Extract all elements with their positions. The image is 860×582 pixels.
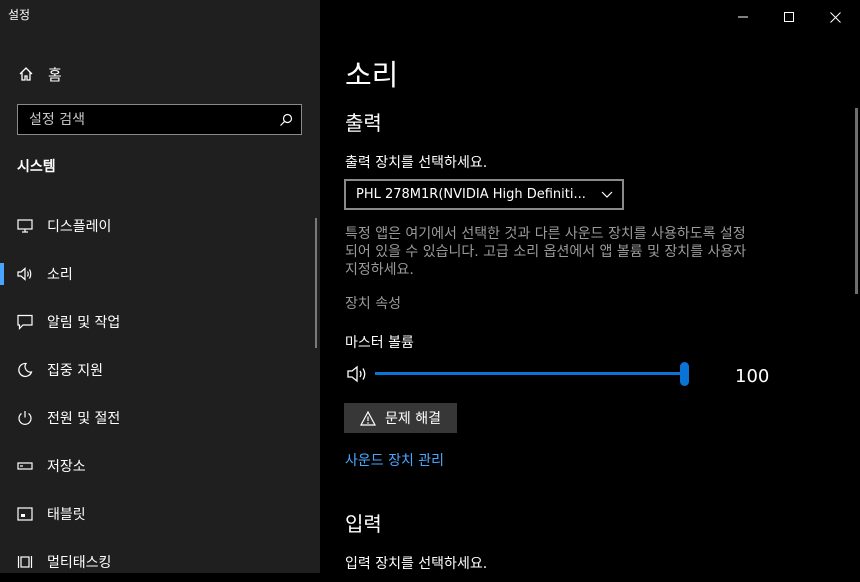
sidebar-item-label: 태블릿 — [47, 507, 86, 523]
close-icon — [829, 11, 841, 23]
minimize-button[interactable] — [720, 6, 766, 28]
volume-value: 100 — [735, 366, 770, 387]
moon-icon — [16, 361, 34, 379]
maximize-button[interactable] — [766, 6, 812, 28]
sidebar-item-storage[interactable]: 저장소 — [0, 446, 318, 486]
output-device-label: 출력 장치를 선택하세요. — [345, 155, 488, 171]
sidebar-item-label: 알림 및 작업 — [47, 315, 121, 331]
sidebar-item-sound[interactable]: 소리 — [0, 254, 318, 294]
app-title: 설정 — [8, 8, 31, 22]
search-input[interactable] — [29, 111, 269, 128]
tablet-icon — [16, 505, 34, 523]
sidebar-item-display[interactable]: 디스플레이 — [0, 206, 318, 246]
maximize-icon — [784, 12, 794, 22]
master-volume-label: 마스터 볼륨 — [345, 335, 414, 351]
sidebar-item-label: 디스플레이 — [47, 219, 112, 235]
output-description: 특정 앱은 여기에서 선택한 것과 다른 사운드 장치를 사용하도록 설정 되어… — [345, 225, 795, 279]
volume-speaker-icon[interactable] — [347, 365, 369, 383]
multitasking-icon — [16, 553, 34, 571]
manage-sound-devices-link[interactable]: 사운드 장치 관리 — [345, 450, 444, 470]
sidebar: 설정 홈 시스템 디스플레이 소리 알림 및 작업 — [0, 0, 320, 573]
sidebar-scrollbar[interactable] — [315, 218, 317, 348]
sidebar-item-multitasking[interactable]: 멀티태스킹 — [0, 542, 318, 582]
home-label: 홈 — [48, 65, 62, 84]
power-icon — [16, 409, 34, 427]
main-content: 소리 출력 출력 장치를 선택하세요. PHL 278M1R(NVIDIA Hi… — [320, 0, 860, 573]
chevron-down-icon — [601, 191, 613, 198]
main-scrollbar[interactable] — [855, 108, 858, 294]
output-device-value: PHL 278M1R(NVIDIA High Definiti... — [356, 187, 586, 202]
storage-icon — [16, 457, 34, 475]
page-title: 소리 — [345, 58, 399, 92]
warning-icon — [360, 410, 376, 426]
troubleshoot-button[interactable]: 문제 해결 — [344, 403, 457, 433]
sidebar-item-label: 전원 및 절전 — [47, 411, 121, 427]
section-title: 시스템 — [17, 159, 56, 175]
master-volume-slider[interactable] — [375, 372, 687, 375]
troubleshoot-label: 문제 해결 — [385, 411, 441, 427]
sidebar-item-notifications[interactable]: 알림 및 작업 — [0, 302, 318, 342]
sidebar-item-label: 저장소 — [47, 459, 86, 475]
monitor-icon — [16, 217, 34, 235]
output-heading: 출력 — [345, 111, 382, 135]
speaker-icon — [16, 265, 34, 283]
description-line: 되어 있을 수 있습니다. 고급 소리 옵션에서 앱 볼륨 및 장치를 사용자 — [345, 244, 747, 260]
input-heading: 입력 — [345, 512, 382, 536]
minimize-icon — [738, 16, 748, 18]
sidebar-item-label: 소리 — [47, 267, 73, 283]
sidebar-item-power[interactable]: 전원 및 절전 — [0, 398, 318, 438]
sidebar-item-label: 멀티태스킹 — [47, 555, 112, 571]
search-box[interactable] — [17, 104, 302, 135]
master-volume-thumb[interactable] — [680, 362, 689, 386]
sidebar-item-label: 집중 지원 — [47, 363, 103, 379]
home-nav-item[interactable]: 홈 — [18, 62, 62, 86]
output-device-select[interactable]: PHL 278M1R(NVIDIA High Definiti... — [344, 179, 624, 210]
sidebar-item-tablet[interactable]: 태블릿 — [0, 494, 318, 534]
description-line: 특정 앱은 여기에서 선택한 것과 다른 사운드 장치를 사용하도록 설정 — [345, 226, 746, 242]
device-properties-link[interactable]: 장치 속성 — [345, 293, 401, 313]
notification-icon — [16, 313, 34, 331]
search-icon[interactable] — [279, 113, 293, 127]
description-line: 지정하세요. — [345, 262, 414, 278]
input-device-label: 입력 장치를 선택하세요. — [345, 556, 488, 572]
close-button[interactable] — [812, 6, 858, 28]
home-icon — [19, 67, 33, 81]
sidebar-item-focus-assist[interactable]: 집중 지원 — [0, 350, 318, 390]
